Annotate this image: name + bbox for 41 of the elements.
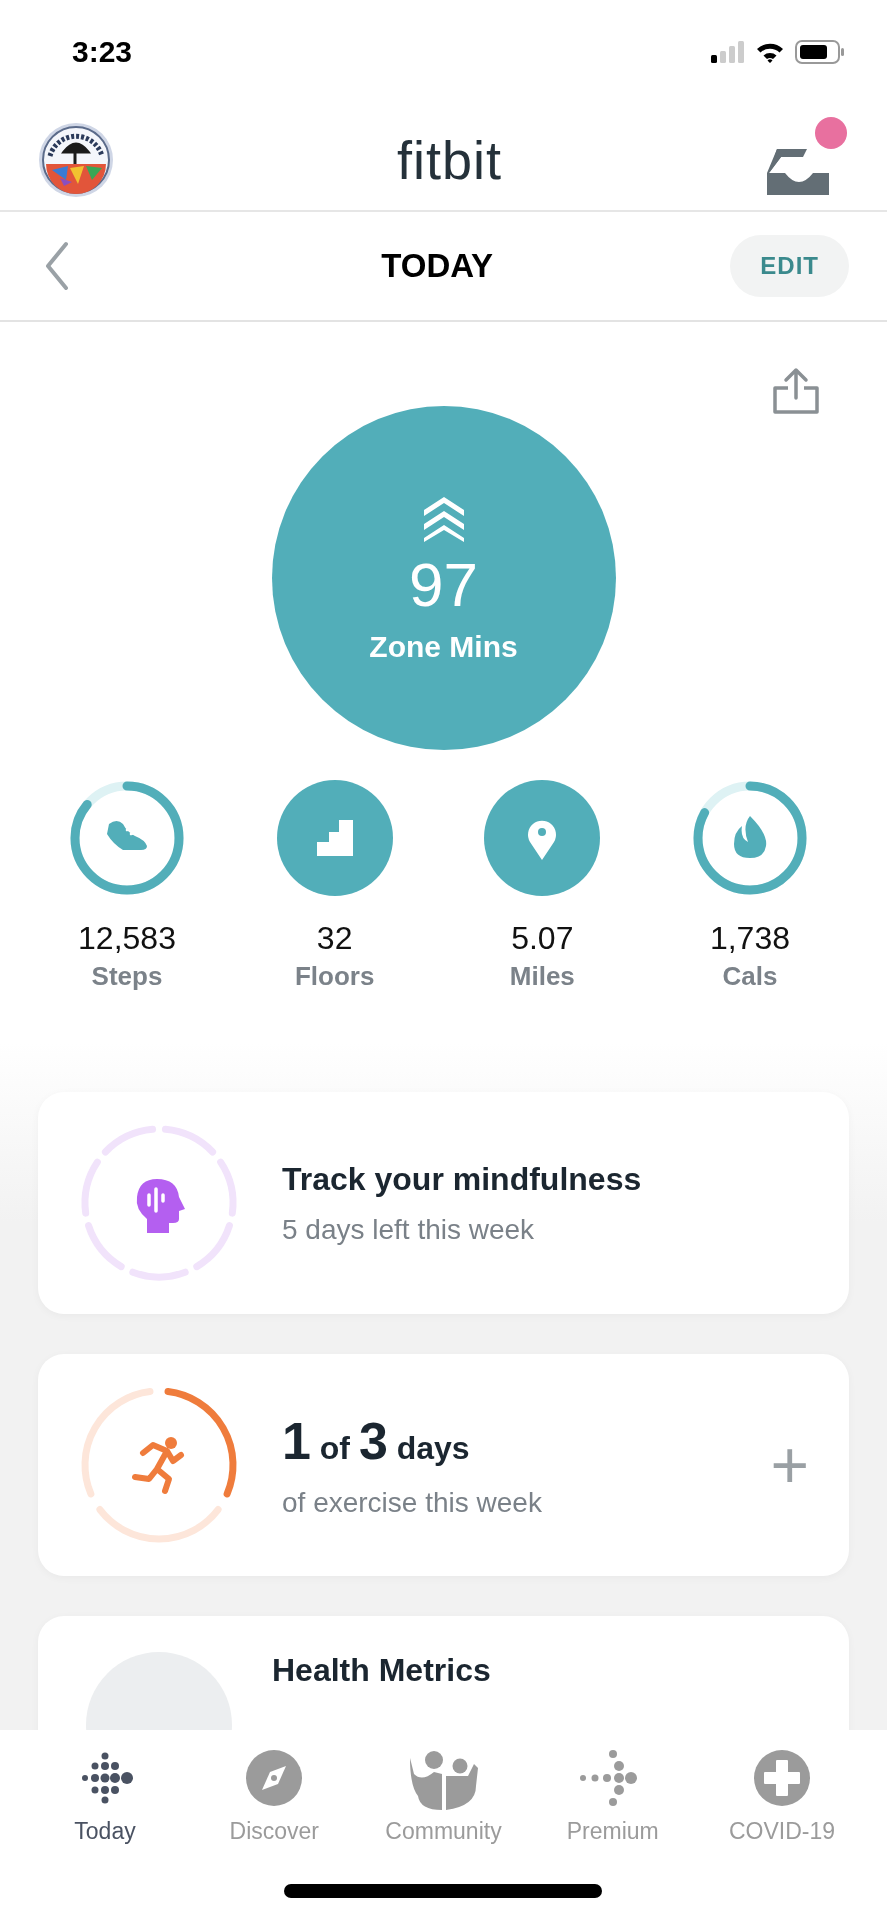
- stairs-icon: [316, 820, 353, 856]
- nav-tab[interactable]: Premium: [537, 1746, 688, 1858]
- nav-tab[interactable]: COVID-19: [707, 1746, 857, 1858]
- nav-tab[interactable]: Community: [368, 1746, 519, 1858]
- card-title: Track your mindfulness: [282, 1160, 643, 1198]
- stat-value: 1,738: [709, 920, 790, 957]
- stat-value: 12,583: [78, 920, 176, 957]
- battery-icon: [795, 40, 845, 64]
- stat-label: Floors: [294, 961, 375, 992]
- zone-minutes-label: Zone Mins: [369, 630, 518, 664]
- stat-value: 5.07: [511, 920, 574, 957]
- share-icon[interactable]: [771, 366, 821, 416]
- wifi-icon: [755, 41, 785, 63]
- profile-avatar[interactable]: [38, 122, 114, 198]
- edit-button[interactable]: EDIT: [730, 235, 849, 297]
- page-title: TODAY: [381, 247, 494, 285]
- runner-icon: [132, 1437, 184, 1494]
- card[interactable]: 1 of 3 days of exercise this week +: [38, 1354, 849, 1576]
- card-title: Health Metrics: [272, 1652, 492, 1689]
- stat-label: Steps: [91, 961, 163, 992]
- card[interactable]: Track your mindfulness 5 days left this week: [38, 1092, 849, 1314]
- fitbit-logo: fitbit: [396, 129, 502, 191]
- card-subtitle: of exercise this week: [282, 1487, 543, 1519]
- stat-label: Miles: [509, 961, 575, 992]
- card-title: 1 of 3 days: [282, 1411, 471, 1471]
- stat-ring[interactable]: [482, 778, 603, 898]
- nav-tab[interactable]: Today: [30, 1746, 180, 1858]
- stat-ring[interactable]: [274, 778, 395, 898]
- zone-minutes-value: 97: [409, 554, 478, 616]
- stat-value: 32: [316, 920, 353, 957]
- card-subtitle: 5 days left this week: [282, 1213, 536, 1246]
- stat-label: Cals: [722, 961, 778, 992]
- nav-tab[interactable]: Discover: [199, 1746, 350, 1858]
- flame-icon: [733, 816, 767, 858]
- card[interactable]: Health Metrics: [38, 1616, 849, 1730]
- location-pin-icon: [528, 820, 557, 860]
- status-time: 3:23: [72, 35, 133, 69]
- head-icon: [136, 1179, 185, 1233]
- add-button[interactable]: +: [770, 1432, 809, 1498]
- signal-icon: [711, 41, 745, 63]
- zone-minutes-circle[interactable]: 97 Zone Mins: [271, 406, 616, 750]
